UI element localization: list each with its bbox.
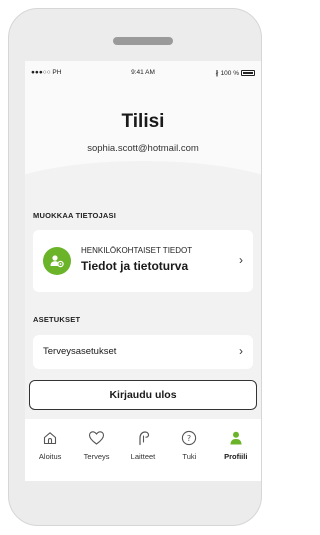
app-screen: ●●●○○ PH 9:41 AM ∦ 100 % Tilisi sophia.s… [25,61,261,481]
profile-icon [227,429,245,447]
bluetooth-icon: ∦ [215,70,219,77]
personal-info-title: Tiedot ja tietoturva [81,259,189,273]
tab-home[interactable]: Aloitus [28,419,72,481]
help-icon: ? [180,429,198,447]
tab-health[interactable]: Terveys [75,419,119,481]
hearing-aid-icon [134,429,152,447]
tab-home-label: Aloitus [38,452,62,461]
home-icon [41,429,59,447]
edit-section-label: MUOKKAA TIETOJASI [33,211,116,220]
user-gear-icon [43,247,71,275]
personal-info-card[interactable]: HENKILÖKOHTAISET TIEDOT Tiedot ja tietot… [33,230,253,292]
bottom-tab-bar: Aloitus Terveys Laitteet ? Tuki Profiili [25,419,261,481]
phone-speaker [113,37,173,45]
svg-text:?: ? [187,434,191,443]
personal-info-small-label: HENKILÖKOHTAISET TIEDOT [81,246,193,255]
battery-status: ∦ 100 % [215,69,255,77]
battery-icon [241,70,255,76]
logout-button[interactable]: Kirjaudu ulos [29,380,257,410]
tab-health-label: Terveys [83,452,110,461]
profile-header: ●●●○○ PH 9:41 AM ∦ 100 % Tilisi sophia.s… [25,61,261,241]
tab-profile[interactable]: Profiili [214,419,258,481]
health-settings-item[interactable]: Terveysasetukset › [33,335,253,369]
tab-devices[interactable]: Laitteet [121,419,165,481]
heart-icon [88,429,106,447]
status-bar: ●●●○○ PH 9:41 AM ∦ 100 % [25,69,261,81]
settings-section-label: ASETUKSET [33,315,81,324]
tab-profile-label: Profiili [224,452,248,461]
page-title: Tilisi [121,111,165,132]
header-curve [25,161,261,241]
phone-frame: ●●●○○ PH 9:41 AM ∦ 100 % Tilisi sophia.s… [8,8,262,526]
account-email: sophia.scott@hotmail.com [87,143,199,154]
tab-devices-label: Laitteet [130,452,156,461]
tab-support-label: Tuki [182,452,197,461]
tab-support[interactable]: ? Tuki [167,419,211,481]
chevron-right-icon: › [239,253,243,267]
chevron-right-icon: › [239,344,243,358]
battery-percent: 100 % [220,69,239,77]
health-settings-label: Terveysasetukset [43,346,117,357]
